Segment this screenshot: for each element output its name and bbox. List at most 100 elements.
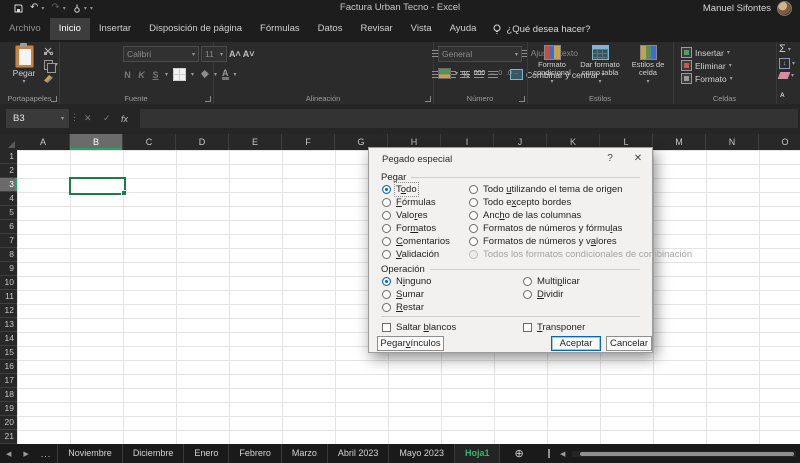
- namebox-dropdown-icon[interactable]: ▾: [61, 115, 64, 122]
- sheet-tab-enero[interactable]: Enero: [183, 444, 228, 463]
- accounting-format-icon[interactable]: [438, 68, 451, 79]
- tab-scroll-left-icon[interactable]: ◀: [0, 450, 17, 458]
- fill-button[interactable]: ↓ ▾: [779, 58, 795, 69]
- clear-button[interactable]: ▾: [777, 72, 794, 79]
- formula-input[interactable]: [140, 109, 798, 128]
- font-name-combo[interactable]: Calibri ▾: [123, 46, 199, 62]
- tab-revisar[interactable]: Revisar: [351, 18, 401, 40]
- radio-comentarios[interactable]: [382, 237, 391, 246]
- column-header-A[interactable]: A: [17, 134, 70, 150]
- clipboard-dialog-launcher-icon[interactable]: [51, 96, 57, 102]
- cancel-entry-icon[interactable]: ✕: [84, 109, 92, 128]
- row-header-4[interactable]: 4: [0, 192, 17, 206]
- radio-restar[interactable]: [382, 303, 391, 312]
- underline-dropdown-icon[interactable]: ▾: [165, 71, 168, 78]
- sheet-tab-noviembre[interactable]: Noviembre: [57, 444, 122, 463]
- row-header-13[interactable]: 13: [0, 318, 17, 332]
- option-multiplicar[interactable]: Multiplicar: [523, 275, 580, 288]
- checkbox-saltar-blancos[interactable]: [382, 323, 391, 332]
- number-format-combo[interactable]: General ▾: [438, 46, 522, 62]
- tab-archivo[interactable]: Archivo: [0, 18, 50, 40]
- option-restar[interactable]: Restar: [382, 301, 431, 314]
- dialog-help-button[interactable]: ?: [602, 152, 618, 166]
- option-saltar-blancos[interactable]: Saltar blancos: [382, 321, 456, 334]
- option-todo-utilizando-el-tema-de-origen[interactable]: Todo utilizando el tema de origen: [469, 183, 692, 196]
- cell-styles-button[interactable]: Estilos de celda ▾: [625, 45, 671, 85]
- tab-ayuda[interactable]: Ayuda: [441, 18, 486, 40]
- select-all-corner[interactable]: [0, 134, 18, 151]
- row-header-17[interactable]: 17: [0, 374, 17, 388]
- account-area[interactable]: Manuel Sifontes: [703, 0, 792, 16]
- radio-todo-utilizando-el-tema-de-origen[interactable]: [469, 185, 478, 194]
- borders-icon[interactable]: [173, 68, 187, 81]
- option-formulas[interactable]: Fórmulas: [382, 196, 450, 209]
- tab-scroll-right-icon[interactable]: ▶: [17, 450, 34, 458]
- row-header-14[interactable]: 14: [0, 332, 17, 346]
- option-validacion[interactable]: Validación: [382, 248, 450, 261]
- tab-datos[interactable]: Datos: [309, 18, 352, 40]
- row-header-5[interactable]: 5: [0, 206, 17, 220]
- paste-button[interactable]: Pegar ▾: [6, 43, 42, 91]
- tab-inicio[interactable]: Inicio: [49, 18, 90, 40]
- fill-handle[interactable]: [121, 190, 127, 196]
- italic-button[interactable]: K: [137, 70, 146, 80]
- format-as-table-button[interactable]: Dar formato como tabla ▾: [577, 45, 623, 85]
- option-todo-excepto-bordes[interactable]: Todo excepto bordes: [469, 196, 692, 209]
- horizontal-scrollbar-thumb[interactable]: [580, 452, 794, 456]
- fill-color-icon[interactable]: [201, 70, 210, 79]
- row-header-2[interactable]: 2: [0, 164, 17, 178]
- insert-function-icon[interactable]: fx: [121, 109, 128, 128]
- new-sheet-icon[interactable]: ⊕: [500, 447, 537, 460]
- option-valores[interactable]: Valores: [382, 209, 450, 222]
- hscroll-left-icon[interactable]: ◀: [560, 450, 565, 458]
- radio-ninguno[interactable]: [382, 277, 391, 286]
- format-painter-icon[interactable]: [44, 75, 58, 83]
- paste-dropdown-icon[interactable]: ▾: [22, 78, 25, 85]
- number-dialog-launcher-icon[interactable]: [519, 96, 525, 102]
- row-header-9[interactable]: 9: [0, 262, 17, 276]
- radio-dividir[interactable]: [523, 290, 532, 299]
- horizontal-scrollbar[interactable]: [572, 451, 796, 457]
- row-header-18[interactable]: 18: [0, 388, 17, 402]
- option-transponer[interactable]: Transponer: [523, 321, 585, 334]
- radio-ancho-de-las-columnas[interactable]: [469, 211, 478, 220]
- comma-style-icon[interactable]: 000: [474, 70, 486, 77]
- enter-entry-icon[interactable]: ✓: [103, 109, 111, 128]
- sheet-tab-febrero[interactable]: Febrero: [228, 444, 281, 463]
- option-ninguno[interactable]: Ninguno: [382, 275, 431, 288]
- option-sumar[interactable]: Sumar: [382, 288, 431, 301]
- column-header-D[interactable]: D: [176, 134, 229, 150]
- radio-formatos[interactable]: [382, 224, 391, 233]
- ok-button[interactable]: Aceptar: [551, 336, 601, 351]
- cancel-button[interactable]: Cancelar: [606, 336, 652, 351]
- column-header-C[interactable]: C: [123, 134, 176, 150]
- option-formatos-de-numeros-y-formulas[interactable]: Formatos de números y fórmulas: [469, 222, 692, 235]
- name-box[interactable]: B3 ▾: [6, 109, 69, 128]
- row-header-20[interactable]: 20: [0, 416, 17, 430]
- sheet-tab-hoja1[interactable]: Hoja1: [453, 444, 501, 463]
- radio-formulas[interactable]: [382, 198, 391, 207]
- sheet-tab-mayo-2023[interactable]: Mayo 2023: [388, 444, 454, 463]
- radio-todo-excepto-bordes[interactable]: [469, 198, 478, 207]
- decrease-decimal-icon[interactable]: .0→: [506, 70, 519, 77]
- tab-splitter-handle[interactable]: [547, 449, 550, 458]
- radio-todos-los-formatos-condicionales-de-combinacion[interactable]: [469, 250, 478, 259]
- accounting-dropdown-icon[interactable]: ▾: [455, 70, 458, 77]
- radio-formatos-de-numeros-y-formulas[interactable]: [469, 224, 478, 233]
- formula-bar-handle[interactable]: ⋮: [70, 112, 80, 123]
- column-header-F[interactable]: F: [282, 134, 335, 150]
- selected-cell-B3[interactable]: [69, 177, 127, 196]
- percent-style-icon[interactable]: %: [462, 69, 470, 79]
- row-header-7[interactable]: 7: [0, 234, 17, 248]
- radio-sumar[interactable]: [382, 290, 391, 299]
- autosum-button[interactable]: Σ ▾: [779, 44, 791, 55]
- column-header-M[interactable]: M: [653, 134, 706, 150]
- user-avatar[interactable]: [777, 0, 792, 16]
- radio-multiplicar[interactable]: [523, 277, 532, 286]
- column-header-O[interactable]: O: [759, 134, 800, 150]
- row-header-6[interactable]: 6: [0, 220, 17, 234]
- radio-todo[interactable]: [382, 185, 391, 194]
- option-formatos-de-numeros-y-valores[interactable]: Formatos de números y valores: [469, 235, 692, 248]
- sheet-tab-marzo[interactable]: Marzo: [280, 444, 327, 463]
- row-header-10[interactable]: 10: [0, 276, 17, 290]
